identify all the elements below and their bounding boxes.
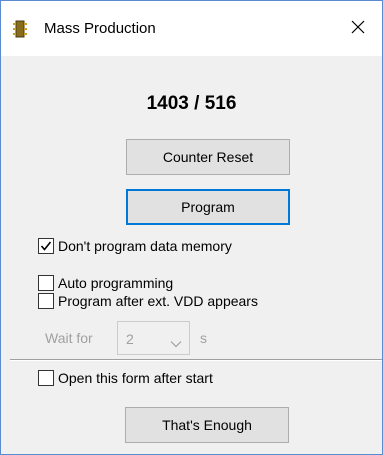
chevron-down-icon [170, 335, 182, 351]
window-title: Mass Production [44, 20, 156, 37]
chip-icon [12, 20, 28, 38]
auto-programming-label: Auto programming [58, 275, 174, 291]
open-form-after-start-checkbox[interactable] [38, 370, 54, 386]
counter-reset-button[interactable]: Counter Reset [126, 139, 290, 175]
counter-display: 1403 / 516 [146, 93, 237, 114]
mass-production-window: Mass Production 1403 / 516 Counter Reset… [0, 0, 383, 455]
program-after-vdd-checkbox[interactable] [38, 293, 54, 309]
program-button[interactable]: Program [126, 189, 290, 225]
dont-program-data-memory-option[interactable]: Don't program data memory [38, 238, 232, 254]
wait-unit-label: s [200, 330, 207, 346]
auto-programming-checkbox[interactable] [38, 275, 54, 291]
program-after-vdd-label: Program after ext. VDD appears [58, 293, 258, 309]
dont-program-data-memory-label: Don't program data memory [58, 238, 232, 254]
open-form-after-start-label: Open this form after start [58, 370, 213, 386]
title-bar[interactable]: Mass Production [1, 1, 382, 56]
wait-seconds-value: 2 [126, 331, 134, 347]
open-form-after-start-option[interactable]: Open this form after start [38, 370, 213, 386]
checkmark-icon [40, 241, 52, 251]
close-button[interactable] [341, 13, 375, 43]
wait-for-label: Wait for [45, 330, 93, 346]
thats-enough-button[interactable]: That's Enough [125, 407, 289, 443]
auto-programming-option[interactable]: Auto programming [38, 275, 173, 291]
divider [10, 359, 382, 361]
close-icon [351, 20, 365, 37]
dont-program-data-memory-checkbox[interactable] [38, 238, 54, 254]
wait-seconds-select[interactable]: 2 [117, 321, 190, 355]
program-after-vdd-option[interactable]: Program after ext. VDD appears [38, 293, 258, 309]
